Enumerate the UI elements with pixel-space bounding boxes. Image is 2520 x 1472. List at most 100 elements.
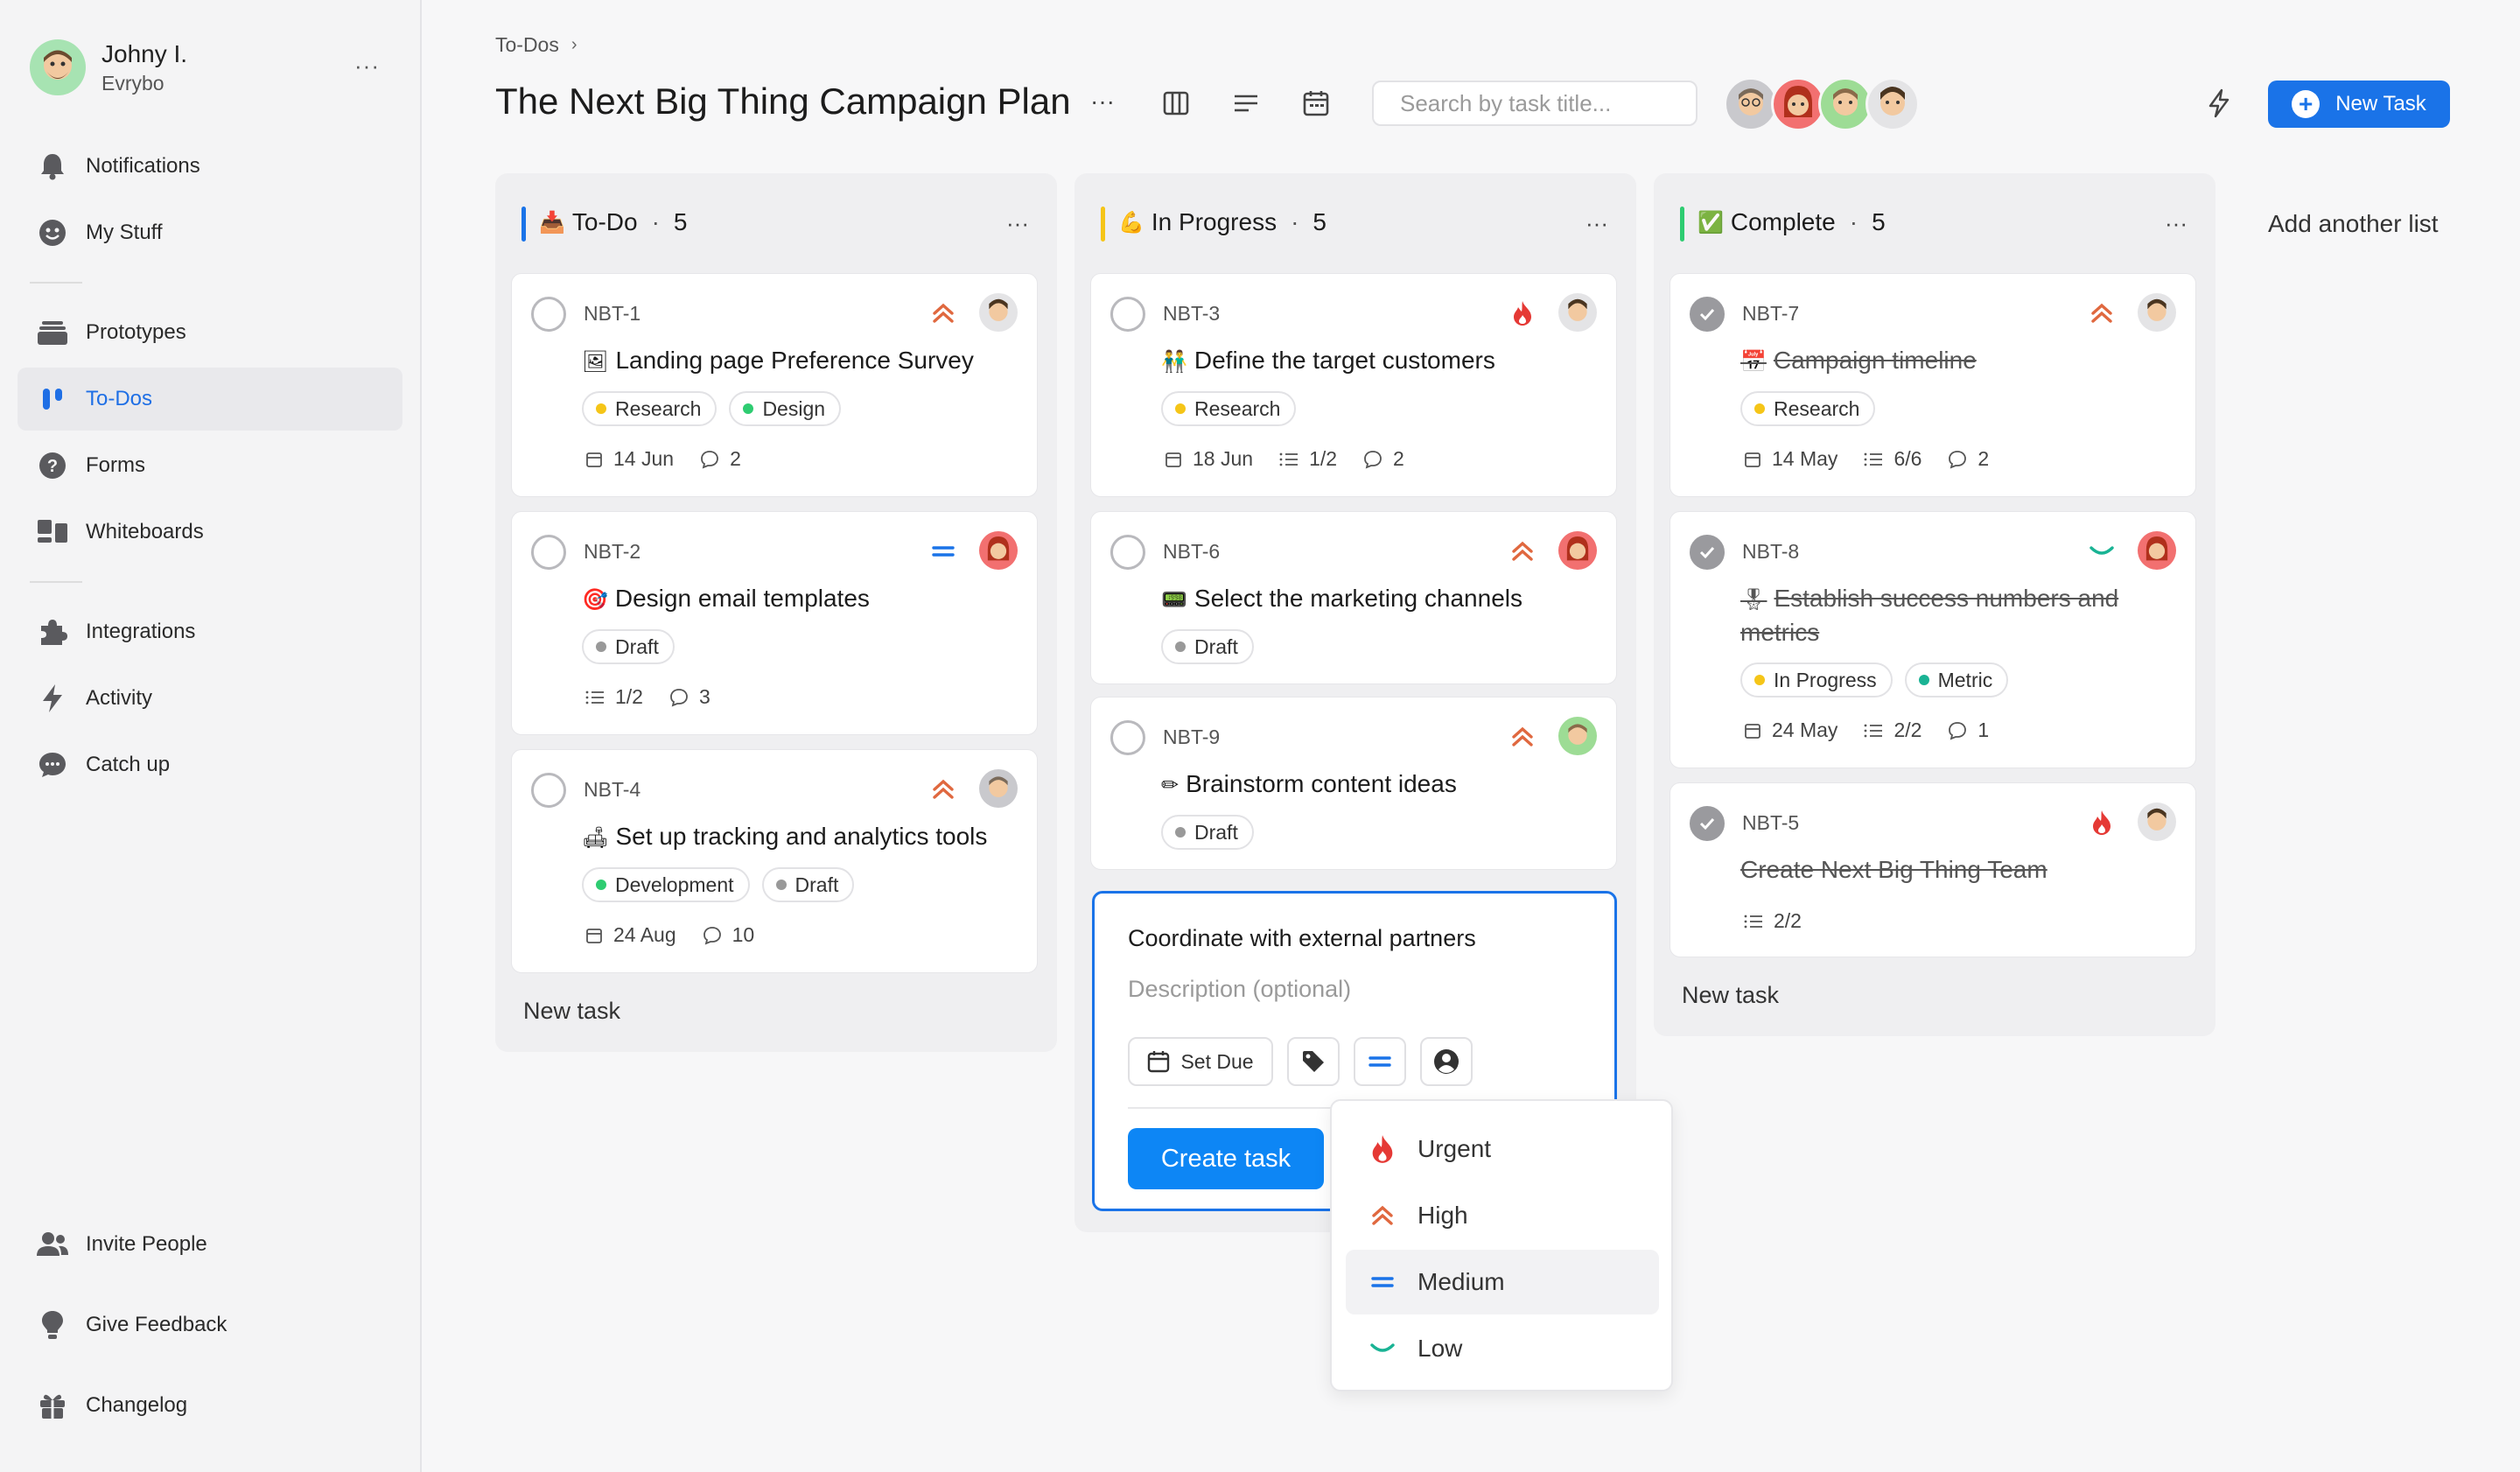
assignee-avatar[interactable] xyxy=(2138,293,2176,332)
task-card[interactable]: NBT-4 🛋 Set up tracking and analytics too… xyxy=(511,749,1038,973)
task-card[interactable]: NBT-5 Create Next Big Thing Team 2/2 xyxy=(1670,782,2196,957)
add-list-button[interactable]: Add another list xyxy=(2268,210,2439,238)
more-icon[interactable]: ··· xyxy=(2165,210,2188,237)
tag[interactable]: Draft xyxy=(1161,629,1254,664)
tag[interactable]: Research xyxy=(1740,391,1876,426)
assignee-avatar[interactable] xyxy=(979,531,1018,570)
tag[interactable]: Draft xyxy=(1161,815,1254,850)
complete-checkbox[interactable] xyxy=(1690,297,1725,332)
priority-urgent-icon[interactable] xyxy=(2087,808,2117,838)
assignee-avatar[interactable] xyxy=(979,293,1018,332)
nav-give-feedback[interactable]: Give Feedback xyxy=(18,1293,402,1356)
tag[interactable]: Metric xyxy=(1904,662,2009,697)
complete-checkbox[interactable] xyxy=(1110,720,1145,755)
nav-forms[interactable]: ? Forms xyxy=(18,434,402,497)
tag[interactable]: Design xyxy=(729,391,842,426)
search-input[interactable] xyxy=(1372,81,1698,126)
priority-medium-icon[interactable] xyxy=(928,536,958,566)
nav-activity[interactable]: Activity xyxy=(18,667,402,730)
priority-button[interactable] xyxy=(1354,1037,1406,1086)
new-task-link[interactable]: New task xyxy=(523,998,620,1025)
new-task-link[interactable]: New task xyxy=(1682,982,1779,1009)
more-icon[interactable]: ··· xyxy=(1006,210,1029,237)
column-title[interactable]: 💪 In Progress · 5 xyxy=(1118,208,1326,236)
nav-my-stuff[interactable]: My Stuff xyxy=(18,201,402,264)
priority-option-medium[interactable]: Medium xyxy=(1346,1250,1659,1314)
description-input[interactable] xyxy=(1128,976,1565,1003)
column-title[interactable]: ✅ Complete · 5 xyxy=(1698,208,1886,236)
task-card[interactable]: NBT-2 🎯 Design email templates Draft 1/2 … xyxy=(511,511,1038,735)
nav-invite-people[interactable]: Invite People xyxy=(18,1213,402,1276)
task-card[interactable]: NBT-1 🖼 Landing page Preference Survey Re… xyxy=(511,273,1038,497)
calendar-view-icon[interactable] xyxy=(1300,88,1332,119)
priority-option-high[interactable]: High xyxy=(1346,1183,1659,1248)
complete-checkbox[interactable] xyxy=(531,773,566,808)
avatar[interactable] xyxy=(1818,77,1872,131)
complete-checkbox[interactable] xyxy=(1110,297,1145,332)
tag[interactable]: Research xyxy=(582,391,718,426)
automation-bolt-icon[interactable] xyxy=(2203,88,2235,119)
avatar[interactable] xyxy=(1771,77,1825,131)
priority-low-icon[interactable] xyxy=(2087,536,2117,566)
assignee-avatar[interactable] xyxy=(1558,531,1597,570)
assignee-avatar[interactable] xyxy=(1558,293,1597,332)
tag[interactable]: In Progress xyxy=(1740,662,1893,697)
task-card[interactable]: NBT-9 ✏ Brainstorm content ideas Draft xyxy=(1090,697,1617,870)
task-card[interactable]: NBT-8 🎖 Establish success numbers and met… xyxy=(1670,511,2196,768)
user-profile[interactable]: Johny I. Evrybo ··· xyxy=(30,39,392,96)
member-avatars[interactable] xyxy=(1724,77,1920,131)
assignee-avatar[interactable] xyxy=(2138,531,2176,570)
user-avatar xyxy=(30,39,86,95)
more-icon[interactable]: ··· xyxy=(354,53,380,80)
tag[interactable]: Development xyxy=(582,867,750,902)
nav-label: Invite People xyxy=(86,1232,207,1256)
assignee-avatar[interactable] xyxy=(2138,803,2176,841)
priority-option-low[interactable]: Low xyxy=(1346,1316,1659,1381)
nav-label: Give Feedback xyxy=(86,1313,228,1336)
avatar[interactable] xyxy=(1724,77,1778,131)
complete-checkbox[interactable] xyxy=(531,297,566,332)
tag-button[interactable] xyxy=(1287,1037,1340,1086)
nav-changelog[interactable]: Changelog xyxy=(18,1374,402,1437)
due-date: 14 May xyxy=(1744,447,1838,471)
breadcrumb-link[interactable]: To-Dos xyxy=(495,33,559,57)
nav-todos[interactable]: To-Dos xyxy=(18,368,402,431)
assignee-button[interactable] xyxy=(1420,1037,1473,1086)
priority-option-urgent[interactable]: Urgent xyxy=(1346,1117,1659,1181)
priority-high-icon[interactable] xyxy=(1508,722,1537,752)
complete-checkbox[interactable] xyxy=(1110,535,1145,570)
create-task-button[interactable]: Create task xyxy=(1128,1128,1324,1189)
task-card[interactable]: NBT-6 📟 Select the marketing channels Dra… xyxy=(1090,511,1617,684)
complete-checkbox[interactable] xyxy=(531,535,566,570)
more-icon[interactable]: ··· xyxy=(1090,88,1115,116)
board-view-icon[interactable] xyxy=(1160,88,1192,119)
priority-high-icon[interactable] xyxy=(2087,298,2117,328)
task-card[interactable]: NBT-3 👬 Define the target customers Resea… xyxy=(1090,273,1617,497)
set-due-button[interactable]: Set Due xyxy=(1128,1037,1273,1086)
tag[interactable]: Draft xyxy=(761,867,855,902)
priority-high-icon[interactable] xyxy=(1508,536,1537,566)
complete-checkbox[interactable] xyxy=(1690,535,1725,570)
priority-high-icon[interactable] xyxy=(928,775,958,804)
composer-title[interactable]: Coordinate with external partners xyxy=(1128,925,1476,952)
avatar[interactable] xyxy=(1866,77,1920,131)
priority-urgent-icon[interactable] xyxy=(1508,298,1537,328)
nav-catch-up[interactable]: Catch up xyxy=(18,733,402,796)
assignee-avatar[interactable] xyxy=(1558,717,1597,755)
assignee-avatar[interactable] xyxy=(979,769,1018,808)
calendar-icon xyxy=(1148,1051,1170,1073)
tag[interactable]: Draft xyxy=(582,629,675,664)
nav-notifications[interactable]: Notifications xyxy=(18,135,402,198)
new-task-button[interactable]: + New Task xyxy=(2268,81,2450,128)
task-card[interactable]: NBT-7 📅 Campaign timeline Research 14 May… xyxy=(1670,273,2196,497)
column-title[interactable]: 📥 To-Do · 5 xyxy=(539,208,688,236)
nav-prototypes[interactable]: Prototypes xyxy=(18,301,402,364)
complete-checkbox[interactable] xyxy=(1690,806,1725,841)
list-view-icon[interactable] xyxy=(1230,88,1262,119)
priority-high-icon[interactable] xyxy=(928,298,958,328)
nav-whiteboards[interactable]: Whiteboards xyxy=(18,501,402,564)
tag[interactable]: Research xyxy=(1161,391,1297,426)
comment-count-text: 2 xyxy=(1393,447,1404,470)
nav-integrations[interactable]: Integrations xyxy=(18,600,402,663)
more-icon[interactable]: ··· xyxy=(1586,210,1608,237)
